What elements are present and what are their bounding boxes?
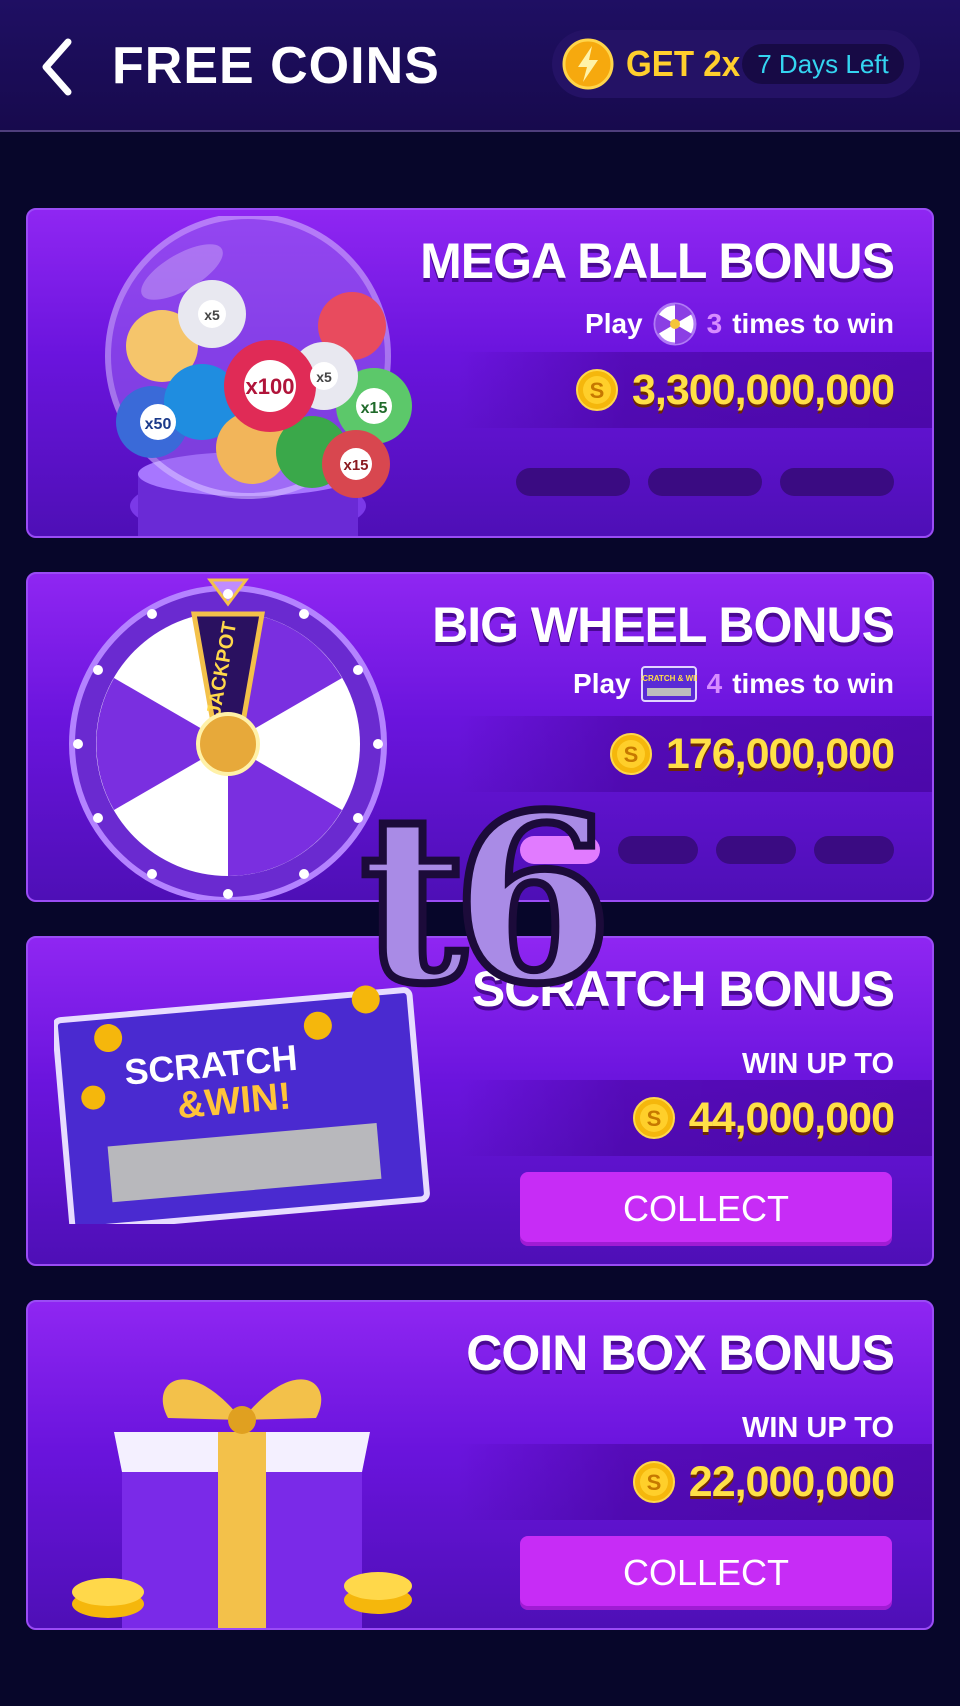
jackpot-wheel-icon: JACKPOT xyxy=(69,578,387,900)
ball-label: x50 xyxy=(145,416,172,433)
progress-segment xyxy=(716,836,796,864)
scratch-ticket-mini-icon: SCRATCH & WIN xyxy=(640,666,697,702)
gift-box-icon xyxy=(72,1379,412,1628)
reward-amount: S 44,000,000 xyxy=(632,1090,895,1146)
svg-text:S: S xyxy=(646,1106,661,1131)
back-button[interactable] xyxy=(36,36,86,98)
boost-label: GET 2x xyxy=(626,43,741,84)
mega-ball-bonus-card[interactable]: x100 x50 x15 x15 x5 x5 MEGA BALL BONUS P… xyxy=(26,208,934,538)
reward-amount: S 176,000,000 xyxy=(609,726,895,782)
ball-label: x100 xyxy=(246,374,295,399)
chevron-left-icon xyxy=(42,38,72,96)
amount-value: 44,000,000 xyxy=(688,1093,895,1142)
coin-box-bonus-card[interactable]: COIN BOX BONUS WIN UP TO S 22,000,000 CO… xyxy=(26,1300,934,1630)
ball-label: x5 xyxy=(204,307,220,323)
amount-value: 3,300,000,000 xyxy=(632,365,895,414)
progress-bar xyxy=(516,468,894,496)
amount-value: 22,000,000 xyxy=(688,1457,895,1506)
collect-button[interactable]: COLLECT xyxy=(520,1172,892,1246)
watermark-text: t6 xyxy=(356,765,616,1035)
double-boost-offer[interactable]: GET 2x 7 Days Left xyxy=(552,30,920,98)
play-count: 4 xyxy=(706,668,723,699)
win-up-to-label: WIN UP TO xyxy=(742,1048,894,1080)
collect-button[interactable]: COLLECT xyxy=(520,1536,892,1610)
svg-text:S: S xyxy=(624,742,639,767)
progress-segment xyxy=(516,468,630,496)
amount-value: 176,000,000 xyxy=(665,729,895,778)
progress-segment xyxy=(618,836,698,864)
play-requirement: Play SCRATCH & WIN 4 times to win xyxy=(573,666,894,702)
coin-icon: S xyxy=(632,1461,675,1503)
coin-icon: S xyxy=(576,369,618,411)
top-bar: FREE COINS GET 2x 7 Days Left xyxy=(0,0,960,132)
lightning-coin-icon xyxy=(562,38,614,90)
svg-text:S: S xyxy=(646,1470,661,1495)
wheel-mini-icon xyxy=(653,302,697,346)
card-title: COIN BOX BONUS xyxy=(466,1325,895,1381)
play-count: 3 xyxy=(706,308,723,339)
card-title: BIG WHEEL BONUS xyxy=(432,597,895,653)
mega-ball-globe-icon: x100 x50 x15 x15 x5 x5 xyxy=(105,216,412,536)
win-up-to-label: WIN UP TO xyxy=(742,1412,894,1444)
page-title: FREE COINS xyxy=(112,37,440,95)
play-label: Play xyxy=(585,308,643,339)
play-requirement: Play 3 times to win xyxy=(585,302,894,346)
progress-segment xyxy=(780,468,894,496)
progress-segment xyxy=(648,468,762,496)
reward-amount: S 22,000,000 xyxy=(632,1454,895,1510)
card-title: MEGA BALL BONUS xyxy=(420,233,895,289)
ball-label: x15 xyxy=(343,457,368,474)
play-suffix: times to win xyxy=(732,668,894,699)
play-suffix: times to win xyxy=(732,308,894,339)
ball-label: x5 xyxy=(316,369,332,385)
days-left-badge: 7 Days Left xyxy=(742,44,904,84)
ball-label: x15 xyxy=(361,400,388,417)
progress-segment xyxy=(814,836,894,864)
reward-amount: S 3,300,000,000 xyxy=(576,362,895,418)
coin-icon: S xyxy=(609,733,652,775)
play-label: Play xyxy=(573,668,631,699)
coin-icon: S xyxy=(632,1097,675,1139)
thumb-label: SCRATCH & WIN xyxy=(641,674,697,683)
svg-text:S: S xyxy=(590,378,605,403)
